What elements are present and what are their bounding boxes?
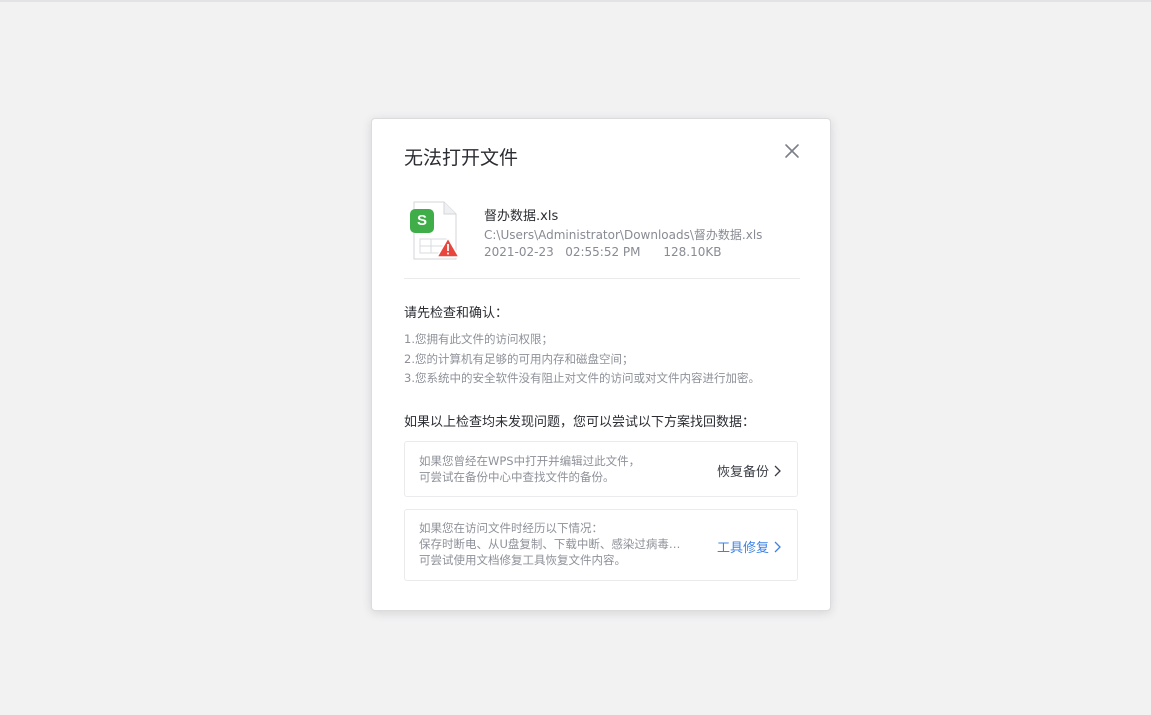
top-border xyxy=(0,0,1151,2)
description-line: 保存时断电、从U盘复制、下载中断、感染过病毒… xyxy=(419,537,681,551)
file-path: C:\Users\Administrator\Downloads\督办数据.xl… xyxy=(484,228,763,242)
check-item: 3.您系统中的安全软件没有阻止对文件的访问或对文件内容进行加密。 xyxy=(404,371,760,385)
checks-list: 1.您拥有此文件的访问权限； 2.您的计算机有足够的可用内存和磁盘空间； 3.您… xyxy=(404,330,760,389)
spreadsheet-file-warning-icon: S xyxy=(408,199,466,263)
file-name: 督办数据.xls xyxy=(484,209,559,224)
check-item: 1.您拥有此文件的访问权限； xyxy=(404,332,553,346)
checks-heading: 请先检查和确认： xyxy=(404,306,509,321)
divider xyxy=(404,278,800,279)
file-time: 02:55:52 PM xyxy=(565,245,641,259)
description-line: 如果您曾经在WPS中打开并编辑过此文件， xyxy=(419,454,641,468)
restore-backup-description: 如果您曾经在WPS中打开并编辑过此文件， 可尝试在备份中心中查找文件的备份。 xyxy=(419,453,640,485)
description-line: 如果您在访问文件时经历以下情况： xyxy=(419,521,603,535)
file-date: 2021-02-23 xyxy=(484,245,554,259)
repair-tool-button[interactable]: 工具修复 xyxy=(717,537,781,556)
check-item: 2.您的计算机有足够的可用内存和磁盘空间； xyxy=(404,351,634,366)
dialog-title: 无法打开文件 xyxy=(404,147,519,169)
restore-backup-button[interactable]: 恢复备份 xyxy=(717,461,781,480)
file-meta: 2021-02-23 02:55:52 PM 128.10KB xyxy=(484,245,722,259)
close-icon xyxy=(785,144,799,158)
recovery-heading: 如果以上检查均未发现问题，您可以尝试以下方案找回数据： xyxy=(404,415,756,430)
repair-tool-description: 如果您在访问文件时经历以下情况： 保存时断电、从U盘复制、下载中断、感染过病毒…… xyxy=(419,520,680,568)
chevron-right-icon xyxy=(774,541,781,552)
cannot-open-file-dialog: 无法打开文件 S 督办数据.xls C:\Users\Administrator… xyxy=(371,118,831,611)
repair-tool-card: 如果您在访问文件时经历以下情况： 保存时断电、从U盘复制、下载中断、感染过病毒…… xyxy=(404,509,798,581)
close-button[interactable] xyxy=(780,139,804,163)
chevron-right-icon xyxy=(774,465,781,476)
repair-tool-label: 工具修复 xyxy=(716,541,769,556)
description-line: 可尝试在备份中心中查找文件的备份。 xyxy=(419,470,615,484)
sheet-badge-letter: S xyxy=(416,212,427,229)
restore-backup-label: 恢复备份 xyxy=(716,465,769,480)
file-size: 128.10KB xyxy=(663,245,722,259)
description-line: 可尝试使用文档修复工具恢复文件内容。 xyxy=(419,553,626,567)
restore-backup-card: 如果您曾经在WPS中打开并编辑过此文件， 可尝试在备份中心中查找文件的备份。 恢… xyxy=(404,441,798,497)
